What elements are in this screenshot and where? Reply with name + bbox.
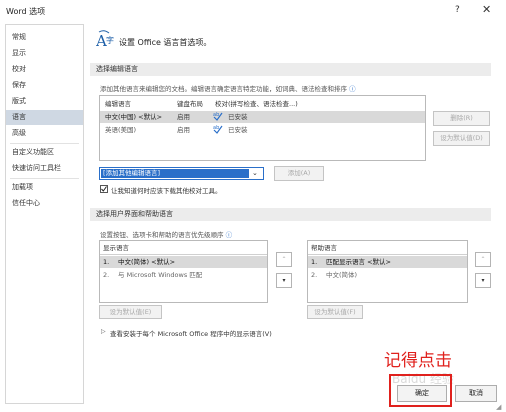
nav-divider [10,178,79,179]
expand-arrow-icon[interactable]: ▷ [101,328,106,335]
help-move-up-button[interactable]: ⌃ [475,252,491,267]
info-icon: ⓘ [225,231,233,239]
svg-text:ab: ab [213,125,219,131]
ui-language-section-header: 选择用户界面和帮助语言 [90,208,491,221]
list-item-number: 1. [311,258,318,266]
set-default-editing-language-button[interactable]: 设为默认值(D) [433,131,490,146]
editing-language-description: 添加其他语言来编辑您的文档。编辑语言确定语言特定功能，如词典、语法检查和排序 ⓘ [100,83,356,93]
proofing-check-icon: ab [213,124,223,136]
svg-text:ab: ab [213,112,219,118]
editing-languages-table[interactable]: 编辑语言 键盘布局 校对(拼写检查、语法检查...) 中文(中国) <默认> 启… [99,95,426,161]
editing-language-section-header: 选择编辑语言 [90,63,491,76]
display-move-down-button[interactable]: ▾ [276,273,292,288]
list-item-label: 匹配显示语言 <默认> [326,258,391,266]
nav-item-display[interactable]: 显示 [6,46,83,61]
annotation-highlight-box [389,374,452,407]
download-proofing-checkbox[interactable] [100,185,108,193]
help-move-down-button[interactable]: ▾ [475,273,491,288]
add-language-dropdown[interactable]: [添加其他编辑语言] ⌄ [99,167,264,180]
resize-grip-icon[interactable]: ◢ [496,403,501,411]
annotation-label: 记得点击 [384,351,452,371]
title-bar: Word 选项 ? ✕ [0,0,506,22]
table-header-language: 编辑语言 [105,100,131,108]
display-language-list[interactable]: 显示语言 1. 中文(简体) <默认> 2. 与 Microsoft Windo… [99,240,268,303]
language-cell: 英语(美国) [105,126,137,134]
word-options-dialog: Word 选项 ? ✕ 常规 显示 校对 保存 版式 语言 高级 自定义功能区 … [0,0,506,412]
options-navigation: 常规 显示 校对 保存 版式 语言 高级 自定义功能区 快速访问工具栏 加载项 … [5,24,84,404]
help-language-header: 帮助语言 [311,244,337,252]
nav-item-save[interactable]: 保存 [6,78,83,93]
list-item-label: 中文(简体) [326,271,358,279]
dropdown-value: [添加其他编辑语言] [103,169,161,177]
nav-item-quick-access-toolbar[interactable]: 快速访问工具栏 [6,161,83,176]
remove-language-button[interactable]: 删除(R) [433,111,490,126]
list-item-number: 2. [311,271,318,279]
proofing-cell: 已安装 [228,113,248,121]
list-divider [308,254,467,255]
list-item-number: 2. [103,271,110,279]
table-header-proofing: 校对(拼写检查、语法检查...) [215,100,298,108]
proofing-cell: 已安装 [228,126,248,134]
set-default-help-language-button[interactable]: 设为默认值(F) [307,305,363,319]
nav-item-trust-center[interactable]: 信任中心 [6,196,83,211]
nav-item-customize-ribbon[interactable]: 自定义功能区 [6,145,83,160]
keyboard-cell: 启用 [177,126,190,134]
nav-item-advanced[interactable]: 高级 [6,126,83,141]
nav-item-proofing[interactable]: 校对 [6,62,83,77]
display-move-up-button[interactable]: ⌃ [276,252,292,267]
ui-language-description-text: 设置按钮、选项卡和帮助的语言优先级顺序 [100,231,224,239]
proofing-check-icon: ab [213,111,223,123]
info-icon: ⓘ [349,85,356,93]
list-item-number: 1. [103,258,110,266]
nav-item-language[interactable]: 语言 [6,110,83,125]
view-display-languages-link[interactable]: 查看安装于每个 Microsoft Office 程序中的显示语言(V) [110,328,272,338]
help-language-list[interactable]: 帮助语言 1. 匹配显示语言 <默认> 2. 中文(简体) [307,240,468,303]
language-settings-icon: A 字 [95,30,118,52]
chevron-down-icon: ⌄ [252,169,258,177]
help-button[interactable]: ? [455,5,460,15]
close-button[interactable]: ✕ [482,3,491,16]
language-cell: 中文(中国) <默认> [105,113,163,121]
nav-divider [10,143,79,144]
list-item-label: 中文(简体) <默认> [118,258,176,266]
list-item-label: 与 Microsoft Windows 匹配 [118,271,203,279]
cancel-button[interactable]: 取消 [455,385,497,402]
nav-item-add-ins[interactable]: 加载项 [6,180,83,195]
keyboard-cell: 启用 [177,113,190,121]
page-title: 设置 Office 语言首选项。 [119,38,212,47]
nav-item-general[interactable]: 常规 [6,30,83,45]
download-proofing-checkbox-label: 让我知道何时应该下载其他校对工具。 [111,187,222,195]
ui-language-description: 设置按钮、选项卡和帮助的语言优先级顺序 ⓘ [100,229,232,239]
table-header-keyboard: 键盘布局 [177,100,203,108]
add-language-button[interactable]: 添加(A) [274,166,324,181]
list-divider [100,254,267,255]
editing-description-text: 添加其他语言来编辑您的文档。编辑语言确定语言特定功能，如词典、语法检查和排序 [100,85,347,93]
set-default-display-language-button[interactable]: 设为默认值(E) [99,305,162,319]
svg-text:字: 字 [106,35,114,45]
display-language-header: 显示语言 [103,244,129,252]
nav-item-typography[interactable]: 版式 [6,94,83,109]
window-title: Word 选项 [6,7,46,16]
